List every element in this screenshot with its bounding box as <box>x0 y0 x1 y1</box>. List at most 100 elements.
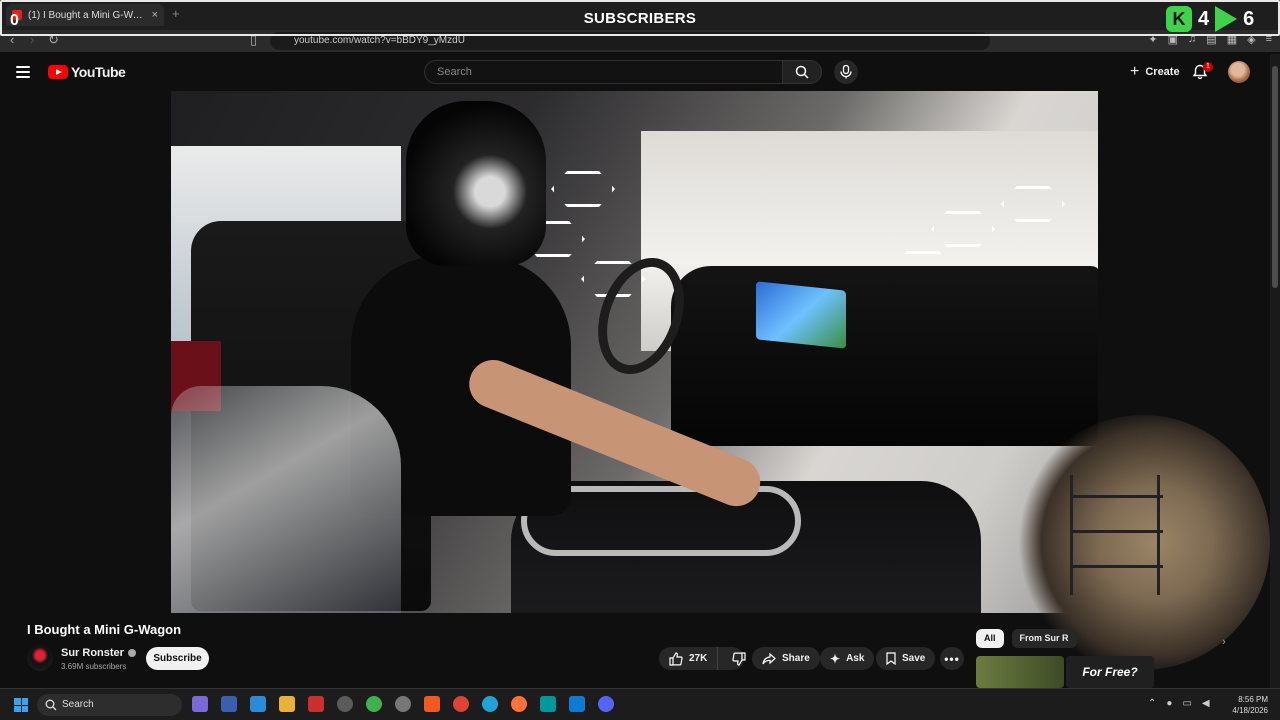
video-scene-screen <box>756 281 846 349</box>
screenshot-icon[interactable]: ▣ <box>1168 33 1178 46</box>
thumbnail-text: For Free? <box>1082 665 1138 679</box>
sidebar-icon[interactable]: ▤ <box>1206 33 1216 46</box>
microphone-icon[interactable]: ● <box>1166 698 1172 709</box>
volume-icon[interactable]: ◀ <box>1202 698 1210 709</box>
kick-icon: K <box>1166 6 1192 32</box>
share-icon <box>762 652 776 664</box>
hamburger-menu-icon[interactable] <box>16 66 30 78</box>
chip-from-channel[interactable]: From Sur R <box>1011 629 1077 648</box>
system-tray: ⌃ ● ▭ ◀ <box>1148 698 1210 709</box>
forward-icon[interactable]: › <box>30 32 34 47</box>
app-icon[interactable] <box>192 696 208 712</box>
screen: (1) I Bought a Mini G-Wagon × + ‹ › ↻ ▯ … <box>0 0 1280 720</box>
channel-avatar[interactable] <box>27 645 53 671</box>
bookmark-icon[interactable]: ▯ <box>250 32 257 48</box>
clock-time: 8:56 PM <box>1238 695 1268 704</box>
overlay-left-count: 0 <box>10 12 19 29</box>
address-bar-row: ‹ › ↻ ▯ youtube.com/watch?v=bBDY9_yMzdU … <box>0 30 1280 52</box>
windows-taskbar: Search ⌃ ● ▭ ◀ 8:56 PM 4/18/2026 <box>0 688 1280 720</box>
voice-search-button[interactable] <box>834 60 858 84</box>
arduino-icon[interactable] <box>540 696 556 712</box>
vscode-icon[interactable] <box>569 696 585 712</box>
youtube-header: YouTube Search + Create 1 <box>0 52 1280 92</box>
taskbar-search[interactable]: Search <box>37 694 182 716</box>
app-icon[interactable] <box>337 696 353 712</box>
overlay-right-counters: K 4 6 <box>1166 6 1254 32</box>
taskbar-search-label: Search <box>62 699 94 710</box>
reload-icon[interactable]: ↻ <box>48 32 59 48</box>
plus-icon: + <box>1130 63 1140 80</box>
taskbar-clock[interactable]: 8:56 PM 4/18/2026 <box>1222 694 1268 716</box>
video-player[interactable] <box>171 91 1098 613</box>
firefox-icon[interactable] <box>511 696 527 712</box>
wallet-icon[interactable]: ▦ <box>1227 33 1237 46</box>
channel-name-row[interactable]: Sur Ronster <box>61 647 136 659</box>
windows-start-icon[interactable] <box>14 698 28 712</box>
dislike-button[interactable] <box>724 651 754 666</box>
sparkle-icon: ✦ <box>830 651 841 666</box>
search-button[interactable] <box>782 60 822 84</box>
extensions-icon[interactable]: ✦ <box>1148 33 1157 46</box>
ask-button[interactable]: ✦ Ask <box>820 647 875 670</box>
share-label: Share <box>782 653 810 664</box>
new-tab-button[interactable]: + <box>172 6 180 21</box>
app-icon[interactable] <box>250 696 266 712</box>
verified-icon <box>127 649 136 657</box>
notification-count-badge: 1 <box>1203 62 1213 72</box>
save-button[interactable]: Save <box>876 647 936 670</box>
chevron-right-icon[interactable]: › <box>1222 636 1226 648</box>
like-count: 27K <box>689 653 708 664</box>
app-icon[interactable] <box>395 696 411 712</box>
recommended-thumbnail[interactable] <box>976 656 1064 688</box>
youtube-logo[interactable]: YouTube <box>48 64 126 80</box>
app-icon[interactable] <box>308 696 324 712</box>
chip-all[interactable]: All <box>976 629 1004 648</box>
discord-icon[interactable] <box>598 696 614 712</box>
browser-tab[interactable]: (1) I Bought a Mini G-Wagon × <box>6 4 164 26</box>
channel-name[interactable]: Sur Ronster <box>61 647 124 659</box>
ask-label: Ask <box>846 653 865 664</box>
recommended-thumbnail[interactable]: For Free? <box>1066 656 1154 688</box>
chevron-up-icon[interactable]: ⌃ <box>1148 698 1156 709</box>
microphone-icon <box>840 65 852 79</box>
youtube-logo-text: YouTube <box>71 64 126 80</box>
tab-close-icon[interactable]: × <box>152 9 158 21</box>
like-button[interactable]: 27K <box>659 647 719 670</box>
brave-browser-icon[interactable] <box>424 696 440 712</box>
chrome-icon[interactable] <box>453 696 469 712</box>
page-scrollbar[interactable] <box>1270 54 1280 688</box>
network-icon[interactable]: ▭ <box>1182 698 1191 709</box>
menu-icon[interactable]: ≡ <box>1266 33 1272 46</box>
app-icon[interactable] <box>366 696 382 712</box>
overlay-count-a: 4 <box>1198 7 1210 30</box>
app-icon[interactable] <box>221 696 237 712</box>
webcam-shelf <box>1070 475 1163 595</box>
like-dislike-group: 27K <box>659 647 746 670</box>
user-avatar[interactable] <box>1228 61 1250 83</box>
search-icon <box>795 65 809 79</box>
youtube-play-icon <box>48 65 68 79</box>
subscribe-button[interactable]: Subscribe <box>146 647 209 670</box>
scrollbar-thumb[interactable] <box>1272 66 1278 288</box>
media-icon[interactable]: ♫ <box>1188 33 1196 46</box>
browser-toolbar-icons: ✦ ▣ ♫ ▤ ▦ ◈ ≡ <box>1148 33 1272 46</box>
taskbar-apps <box>192 696 614 712</box>
clock-date: 4/18/2026 <box>1232 706 1268 715</box>
url-field[interactable]: youtube.com/watch?v=bBDY9_yMzdU <box>270 32 990 50</box>
edge-icon[interactable] <box>482 696 498 712</box>
share-button[interactable]: Share <box>752 647 820 670</box>
thumbs-up-icon <box>669 651 683 666</box>
bookmark-save-icon <box>886 652 896 665</box>
video-scene-dashboard <box>671 266 1098 446</box>
back-icon[interactable]: ‹ <box>10 32 14 47</box>
file-explorer-icon[interactable] <box>279 696 295 712</box>
shield-icon[interactable]: ◈ <box>1247 33 1255 46</box>
more-actions-button[interactable]: ••• <box>940 647 964 670</box>
create-label: Create <box>1145 66 1180 78</box>
create-button[interactable]: + Create <box>1120 60 1190 84</box>
video-scene-plastic-wrap <box>171 386 401 613</box>
tab-title: (1) I Bought a Mini G-Wagon <box>28 9 146 21</box>
recommendation-chips: All From Sur R <box>976 629 1077 648</box>
subscriber-count: 3.69M subscribers <box>61 662 127 671</box>
search-input[interactable]: Search <box>424 60 782 84</box>
